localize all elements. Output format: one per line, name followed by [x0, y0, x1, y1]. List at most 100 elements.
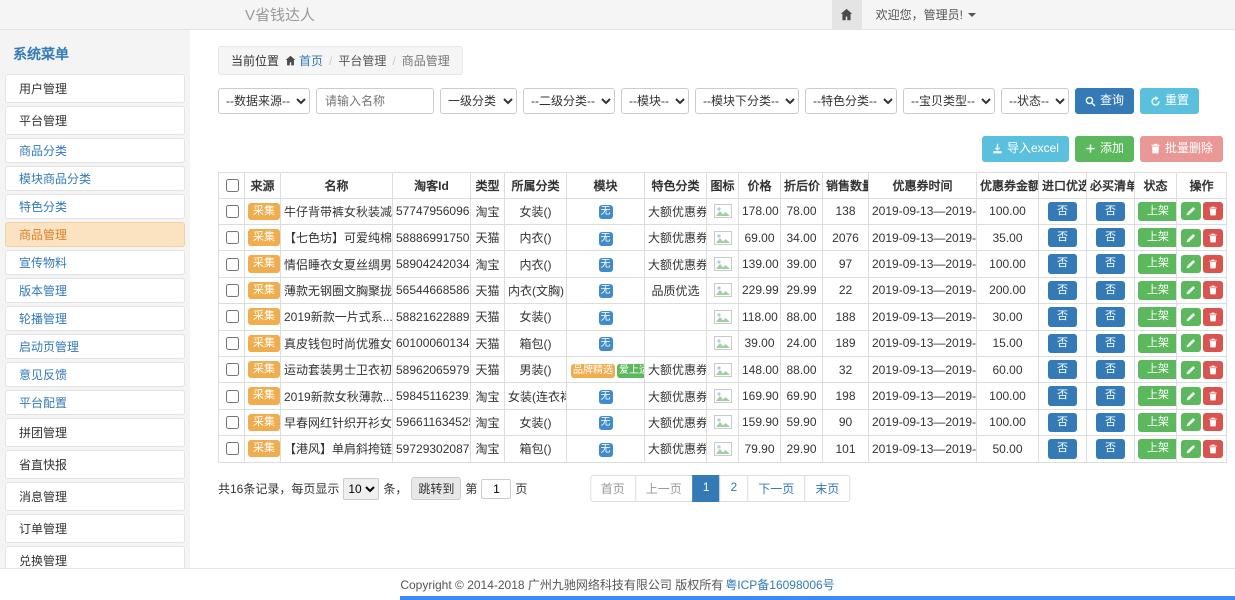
breadcrumb-item[interactable]: 平台管理: [338, 52, 386, 69]
import-select-toggle[interactable]: 否: [1048, 334, 1077, 353]
select-all-checkbox[interactable]: [226, 179, 239, 192]
icp-link[interactable]: 粤ICP备16098006号: [725, 576, 834, 593]
sidebar-item[interactable]: 启动页管理: [5, 334, 185, 359]
must-buy-toggle[interactable]: 否: [1096, 360, 1125, 379]
sidebar-item[interactable]: 商品管理: [5, 222, 185, 247]
sidebar-item[interactable]: 版本管理: [5, 278, 185, 303]
batch-delete-button[interactable]: 批量删除: [1140, 136, 1223, 162]
delete-button[interactable]: [1203, 202, 1223, 220]
edit-button[interactable]: [1181, 229, 1201, 247]
import-select-toggle[interactable]: 否: [1048, 254, 1077, 273]
import-select-toggle[interactable]: 否: [1048, 228, 1077, 247]
row-checkbox[interactable]: [226, 442, 239, 455]
import-select-toggle[interactable]: 否: [1048, 386, 1077, 405]
import-select-toggle[interactable]: 否: [1048, 439, 1077, 458]
import-excel-button[interactable]: 导入excel: [982, 136, 1069, 162]
reset-button[interactable]: 重置: [1140, 88, 1199, 114]
edit-button[interactable]: [1181, 413, 1201, 431]
name-search-input[interactable]: [316, 88, 434, 114]
must-buy-toggle[interactable]: 否: [1096, 334, 1125, 353]
row-checkbox[interactable]: [226, 205, 239, 218]
status-button[interactable]: 上架: [1138, 439, 1177, 458]
must-buy-toggle[interactable]: 否: [1096, 413, 1125, 432]
sidebar-item[interactable]: 轮播管理: [5, 306, 185, 331]
delete-button[interactable]: [1203, 361, 1223, 379]
status-button[interactable]: 上架: [1138, 307, 1177, 326]
must-buy-toggle[interactable]: 否: [1096, 228, 1125, 247]
status-select[interactable]: --状态--: [1001, 88, 1069, 114]
import-select-toggle[interactable]: 否: [1048, 281, 1077, 300]
row-checkbox[interactable]: [226, 284, 239, 297]
sidebar-item[interactable]: 模块商品分类: [5, 166, 185, 191]
level1-category-select[interactable]: 一级分类: [440, 88, 517, 114]
sidebar-item[interactable]: 意见反馈: [5, 362, 185, 387]
pagination-last[interactable]: 末页: [804, 475, 850, 502]
status-button[interactable]: 上架: [1138, 334, 1177, 353]
delete-button[interactable]: [1203, 387, 1223, 405]
sidebar-item[interactable]: 省直快报: [5, 450, 185, 479]
module-select[interactable]: --模块--: [621, 88, 689, 114]
sidebar-item[interactable]: 平台管理: [5, 106, 185, 135]
import-select-toggle[interactable]: 否: [1048, 360, 1077, 379]
status-button[interactable]: 上架: [1138, 228, 1177, 247]
module-subcategory-select[interactable]: --模块下分类--: [695, 88, 799, 114]
delete-button[interactable]: [1203, 255, 1223, 273]
sidebar-item[interactable]: 宣传物料: [5, 250, 185, 275]
level2-category-select[interactable]: --二级分类--: [523, 88, 615, 114]
must-buy-toggle[interactable]: 否: [1096, 254, 1125, 273]
status-button[interactable]: 上架: [1138, 386, 1177, 405]
edit-button[interactable]: [1181, 255, 1201, 273]
sidebar-item[interactable]: 兑换管理: [5, 546, 185, 568]
sidebar-item[interactable]: 拼团管理: [5, 418, 185, 447]
pagination-first[interactable]: 首页: [590, 475, 636, 502]
status-button[interactable]: 上架: [1138, 281, 1177, 300]
delete-button[interactable]: [1203, 229, 1223, 247]
delete-button[interactable]: [1203, 413, 1223, 431]
sidebar-item[interactable]: 平台配置: [5, 390, 185, 415]
sidebar-item[interactable]: 商品分类: [5, 138, 185, 163]
edit-button[interactable]: [1181, 387, 1201, 405]
sidebar-item[interactable]: 特色分类: [5, 194, 185, 219]
jump-button[interactable]: 跳转到: [411, 477, 461, 500]
edit-button[interactable]: [1181, 361, 1201, 379]
delete-button[interactable]: [1203, 281, 1223, 299]
status-button[interactable]: 上架: [1138, 254, 1177, 273]
special-category-select[interactable]: --特色分类--: [805, 88, 897, 114]
data-source-select[interactable]: --数据来源--: [218, 88, 310, 114]
delete-button[interactable]: [1203, 308, 1223, 326]
item-type-select[interactable]: --宝贝类型--: [903, 88, 995, 114]
home-button[interactable]: [832, 0, 862, 29]
row-checkbox[interactable]: [226, 390, 239, 403]
per-page-select[interactable]: 10: [343, 478, 379, 500]
must-buy-toggle[interactable]: 否: [1096, 386, 1125, 405]
sidebar-item[interactable]: 订单管理: [5, 514, 185, 543]
pagination-page[interactable]: 2: [720, 475, 749, 502]
breadcrumb-home-link[interactable]: 首页: [285, 52, 323, 69]
import-select-toggle[interactable]: 否: [1048, 202, 1077, 221]
status-button[interactable]: 上架: [1138, 202, 1177, 221]
edit-button[interactable]: [1181, 440, 1201, 458]
import-select-toggle[interactable]: 否: [1048, 413, 1077, 432]
status-button[interactable]: 上架: [1138, 360, 1177, 379]
sidebar-item[interactable]: 消息管理: [5, 482, 185, 511]
must-buy-toggle[interactable]: 否: [1096, 202, 1125, 221]
user-menu[interactable]: 欢迎您，管理员!: [862, 0, 990, 29]
row-checkbox[interactable]: [226, 310, 239, 323]
add-button[interactable]: 添加: [1075, 136, 1134, 162]
row-checkbox[interactable]: [226, 258, 239, 271]
edit-button[interactable]: [1181, 202, 1201, 220]
row-checkbox[interactable]: [226, 416, 239, 429]
search-button[interactable]: 查询: [1075, 88, 1134, 114]
row-checkbox[interactable]: [226, 231, 239, 244]
pagination-next[interactable]: 下一页: [747, 475, 805, 502]
must-buy-toggle[interactable]: 否: [1096, 439, 1125, 458]
edit-button[interactable]: [1181, 308, 1201, 326]
row-checkbox[interactable]: [226, 337, 239, 350]
sidebar-item[interactable]: 用户管理: [5, 74, 185, 103]
jump-page-input[interactable]: [481, 479, 511, 499]
edit-button[interactable]: [1181, 281, 1201, 299]
edit-button[interactable]: [1181, 334, 1201, 352]
delete-button[interactable]: [1203, 334, 1223, 352]
pagination-page[interactable]: 1: [692, 475, 721, 502]
must-buy-toggle[interactable]: 否: [1096, 281, 1125, 300]
